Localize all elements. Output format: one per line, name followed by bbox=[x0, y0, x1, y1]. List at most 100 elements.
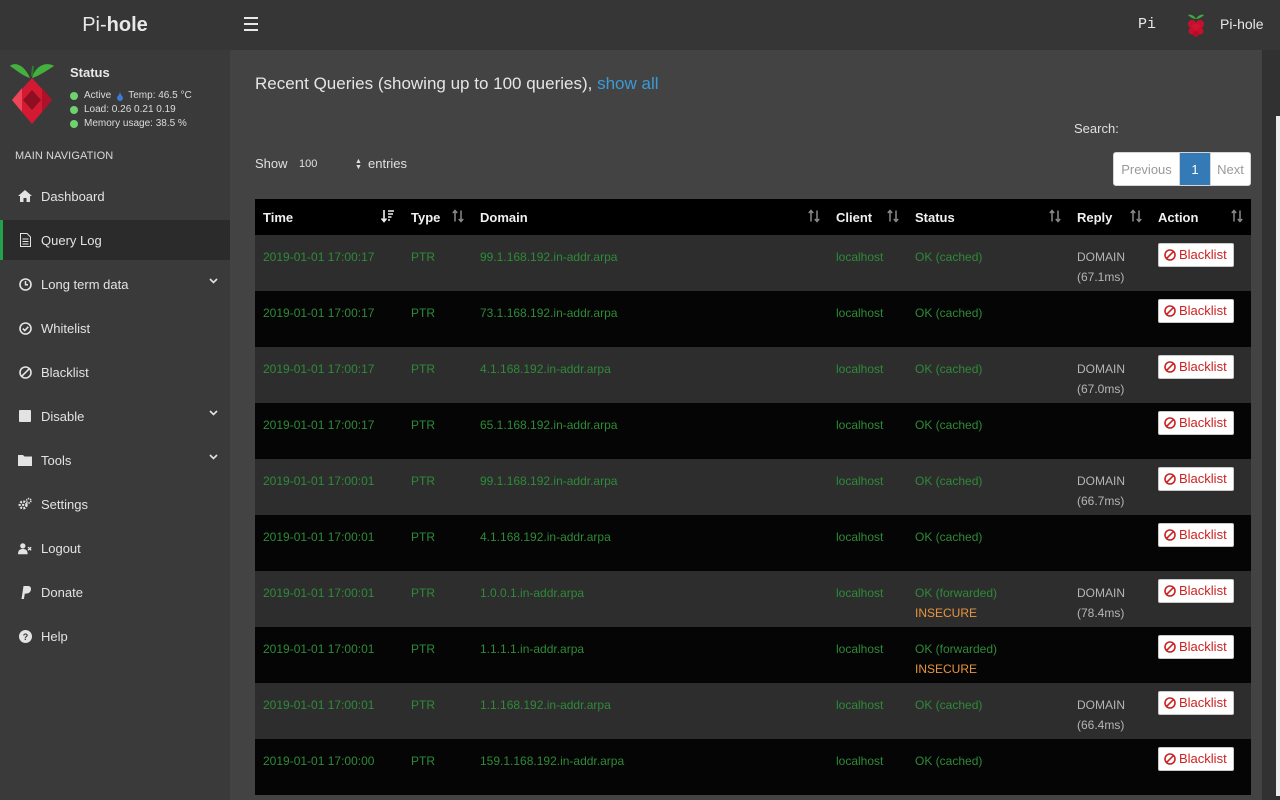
app-logo[interactable]: Pi-hole bbox=[0, 0, 230, 50]
ban-icon bbox=[1164, 249, 1176, 261]
nav-item-whitelist[interactable]: Whitelist bbox=[0, 308, 230, 348]
cell-action: Blacklist bbox=[1150, 515, 1251, 571]
column-header-reply[interactable]: Reply bbox=[1069, 199, 1150, 235]
column-label: Domain bbox=[480, 209, 528, 225]
pagination: Previous 1 Next bbox=[1113, 152, 1251, 186]
search-input[interactable] bbox=[1122, 114, 1248, 142]
cell-domain: 99.1.168.192.in-addr.arpa bbox=[472, 235, 828, 291]
blacklist-button-label: Blacklist bbox=[1179, 415, 1227, 430]
nav-item-label: Query Log bbox=[41, 232, 102, 248]
blacklist-button[interactable]: Blacklist bbox=[1158, 355, 1234, 379]
cell-status: OK (cached) bbox=[907, 515, 1069, 571]
chevron-down-icon bbox=[209, 454, 218, 460]
blacklist-button[interactable]: Blacklist bbox=[1158, 747, 1234, 771]
cell-reply bbox=[1069, 515, 1150, 571]
stop-icon bbox=[18, 409, 32, 423]
cell-status: OK (forwarded) INSECURE bbox=[907, 627, 1069, 683]
nav-item-query-log[interactable]: Query Log bbox=[0, 220, 230, 260]
table-row: 2019-01-01 17:00:01 PTR 1.0.0.1.in-addr.ar… bbox=[255, 571, 1251, 627]
table-row: 2019-01-01 17:00:17 PTR 4.1.168.192.in-add… bbox=[255, 347, 1251, 403]
cell-type: PTR bbox=[403, 235, 472, 291]
cell-domain: 1.0.0.1.in-addr.arpa bbox=[472, 571, 828, 627]
home-icon bbox=[18, 189, 32, 203]
column-header-client[interactable]: Client bbox=[828, 199, 907, 235]
cell-type: PTR bbox=[403, 683, 472, 739]
raspberry-icon bbox=[1188, 14, 1204, 37]
nav-item-disable[interactable]: Disable bbox=[0, 396, 230, 436]
cell-action: Blacklist bbox=[1150, 235, 1251, 291]
nav-item-label: Logout bbox=[41, 540, 81, 556]
thermometer-icon bbox=[117, 90, 124, 101]
cell-client: localhost bbox=[828, 235, 907, 291]
page-1-button[interactable]: 1 bbox=[1179, 153, 1210, 185]
scrollbar-thumb[interactable] bbox=[1276, 116, 1280, 796]
cell-time: 2019-01-01 17:00:01 bbox=[255, 627, 403, 683]
select-arrows-icon: ▲ ▼ bbox=[355, 158, 362, 171]
blacklist-button-label: Blacklist bbox=[1179, 359, 1227, 374]
previous-page-button[interactable]: Previous bbox=[1114, 153, 1179, 185]
status-text: OK (forwarded) bbox=[915, 642, 998, 656]
ban-icon bbox=[1164, 529, 1176, 541]
cell-reply: DOMAIN (78.4ms) bbox=[1069, 571, 1150, 627]
cell-reply: DOMAIN (66.7ms) bbox=[1069, 459, 1150, 515]
ban-icon bbox=[18, 365, 32, 379]
clock-icon bbox=[18, 277, 32, 291]
query-log-table: Time Type Domain Client Status Reply Act… bbox=[255, 199, 1251, 795]
page-length-select[interactable]: 100 ▲ ▼ bbox=[296, 152, 366, 178]
blacklist-button[interactable]: Blacklist bbox=[1158, 523, 1234, 547]
cell-time: 2019-01-01 17:00:00 bbox=[255, 739, 403, 795]
cell-client: localhost bbox=[828, 571, 907, 627]
table-row: 2019-01-01 17:00:01 PTR 99.1.168.192.in-ad… bbox=[255, 459, 1251, 515]
gears-icon bbox=[18, 497, 32, 511]
status-load: Load: 0.26 0.21 0.19 bbox=[84, 104, 176, 115]
cell-type: PTR bbox=[403, 459, 472, 515]
blacklist-button[interactable]: Blacklist bbox=[1158, 299, 1234, 323]
nav-item-blacklist[interactable]: Blacklist bbox=[0, 352, 230, 392]
show-all-link[interactable]: show all bbox=[597, 74, 658, 93]
blacklist-button[interactable]: Blacklist bbox=[1158, 635, 1234, 659]
cell-action: Blacklist bbox=[1150, 627, 1251, 683]
cell-type: PTR bbox=[403, 627, 472, 683]
blacklist-button[interactable]: Blacklist bbox=[1158, 411, 1234, 435]
nav-item-tools[interactable]: Tools bbox=[0, 440, 230, 480]
cell-client: localhost bbox=[828, 291, 907, 347]
file-text-icon bbox=[18, 233, 32, 247]
cell-action: Blacklist bbox=[1150, 347, 1251, 403]
nav-item-settings[interactable]: Settings bbox=[0, 484, 230, 524]
cell-domain: 1.1.168.192.in-addr.arpa bbox=[472, 683, 828, 739]
blacklist-button[interactable]: Blacklist bbox=[1158, 579, 1234, 603]
nav-item-donate[interactable]: Donate bbox=[0, 572, 230, 612]
blacklist-button-label: Blacklist bbox=[1179, 751, 1227, 766]
column-label: Status bbox=[915, 209, 955, 225]
user-menu[interactable]: Pi-hole bbox=[1184, 10, 1264, 38]
column-header-status[interactable]: Status bbox=[907, 199, 1069, 235]
status-text: OK (cached) bbox=[915, 530, 983, 544]
next-page-button[interactable]: Next bbox=[1210, 153, 1250, 185]
nav-item-dashboard[interactable]: Dashboard bbox=[0, 176, 230, 216]
blacklist-button[interactable]: Blacklist bbox=[1158, 243, 1234, 267]
nav-item-help[interactable]: ? Help bbox=[0, 616, 230, 656]
column-header-action[interactable]: Action bbox=[1150, 199, 1251, 235]
status-active: Active bbox=[84, 90, 112, 101]
active-dot-icon bbox=[70, 91, 78, 100]
top-navbar: Pi-hole Pi Pi-hole bbox=[0, 0, 1280, 50]
cell-action: Blacklist bbox=[1150, 683, 1251, 739]
nav-item-long-term-data[interactable]: Long term data bbox=[0, 264, 230, 304]
nav-item-label: Tools bbox=[41, 452, 72, 468]
table-row: 2019-01-01 17:00:17 PTR 99.1.168.192.in-ad… bbox=[255, 235, 1251, 291]
column-header-domain[interactable]: Domain bbox=[472, 199, 828, 235]
logo-bold: hole bbox=[106, 13, 148, 36]
sort-icon bbox=[1130, 209, 1142, 223]
status-text: OK (cached) bbox=[915, 250, 983, 264]
column-header-type[interactable]: Type bbox=[403, 199, 472, 235]
blacklist-button-label: Blacklist bbox=[1179, 695, 1227, 710]
hostname: Pi bbox=[1138, 16, 1157, 33]
insecure-label: INSECURE bbox=[915, 662, 978, 676]
blacklist-button[interactable]: Blacklist bbox=[1158, 467, 1234, 491]
svg-text:?: ? bbox=[22, 632, 28, 642]
blacklist-button[interactable]: Blacklist bbox=[1158, 691, 1234, 715]
column-header-time[interactable]: Time bbox=[255, 199, 403, 235]
nav-item-logout[interactable]: Logout bbox=[0, 528, 230, 568]
sidebar-toggle-icon[interactable] bbox=[244, 17, 258, 31]
cell-action: Blacklist bbox=[1150, 291, 1251, 347]
